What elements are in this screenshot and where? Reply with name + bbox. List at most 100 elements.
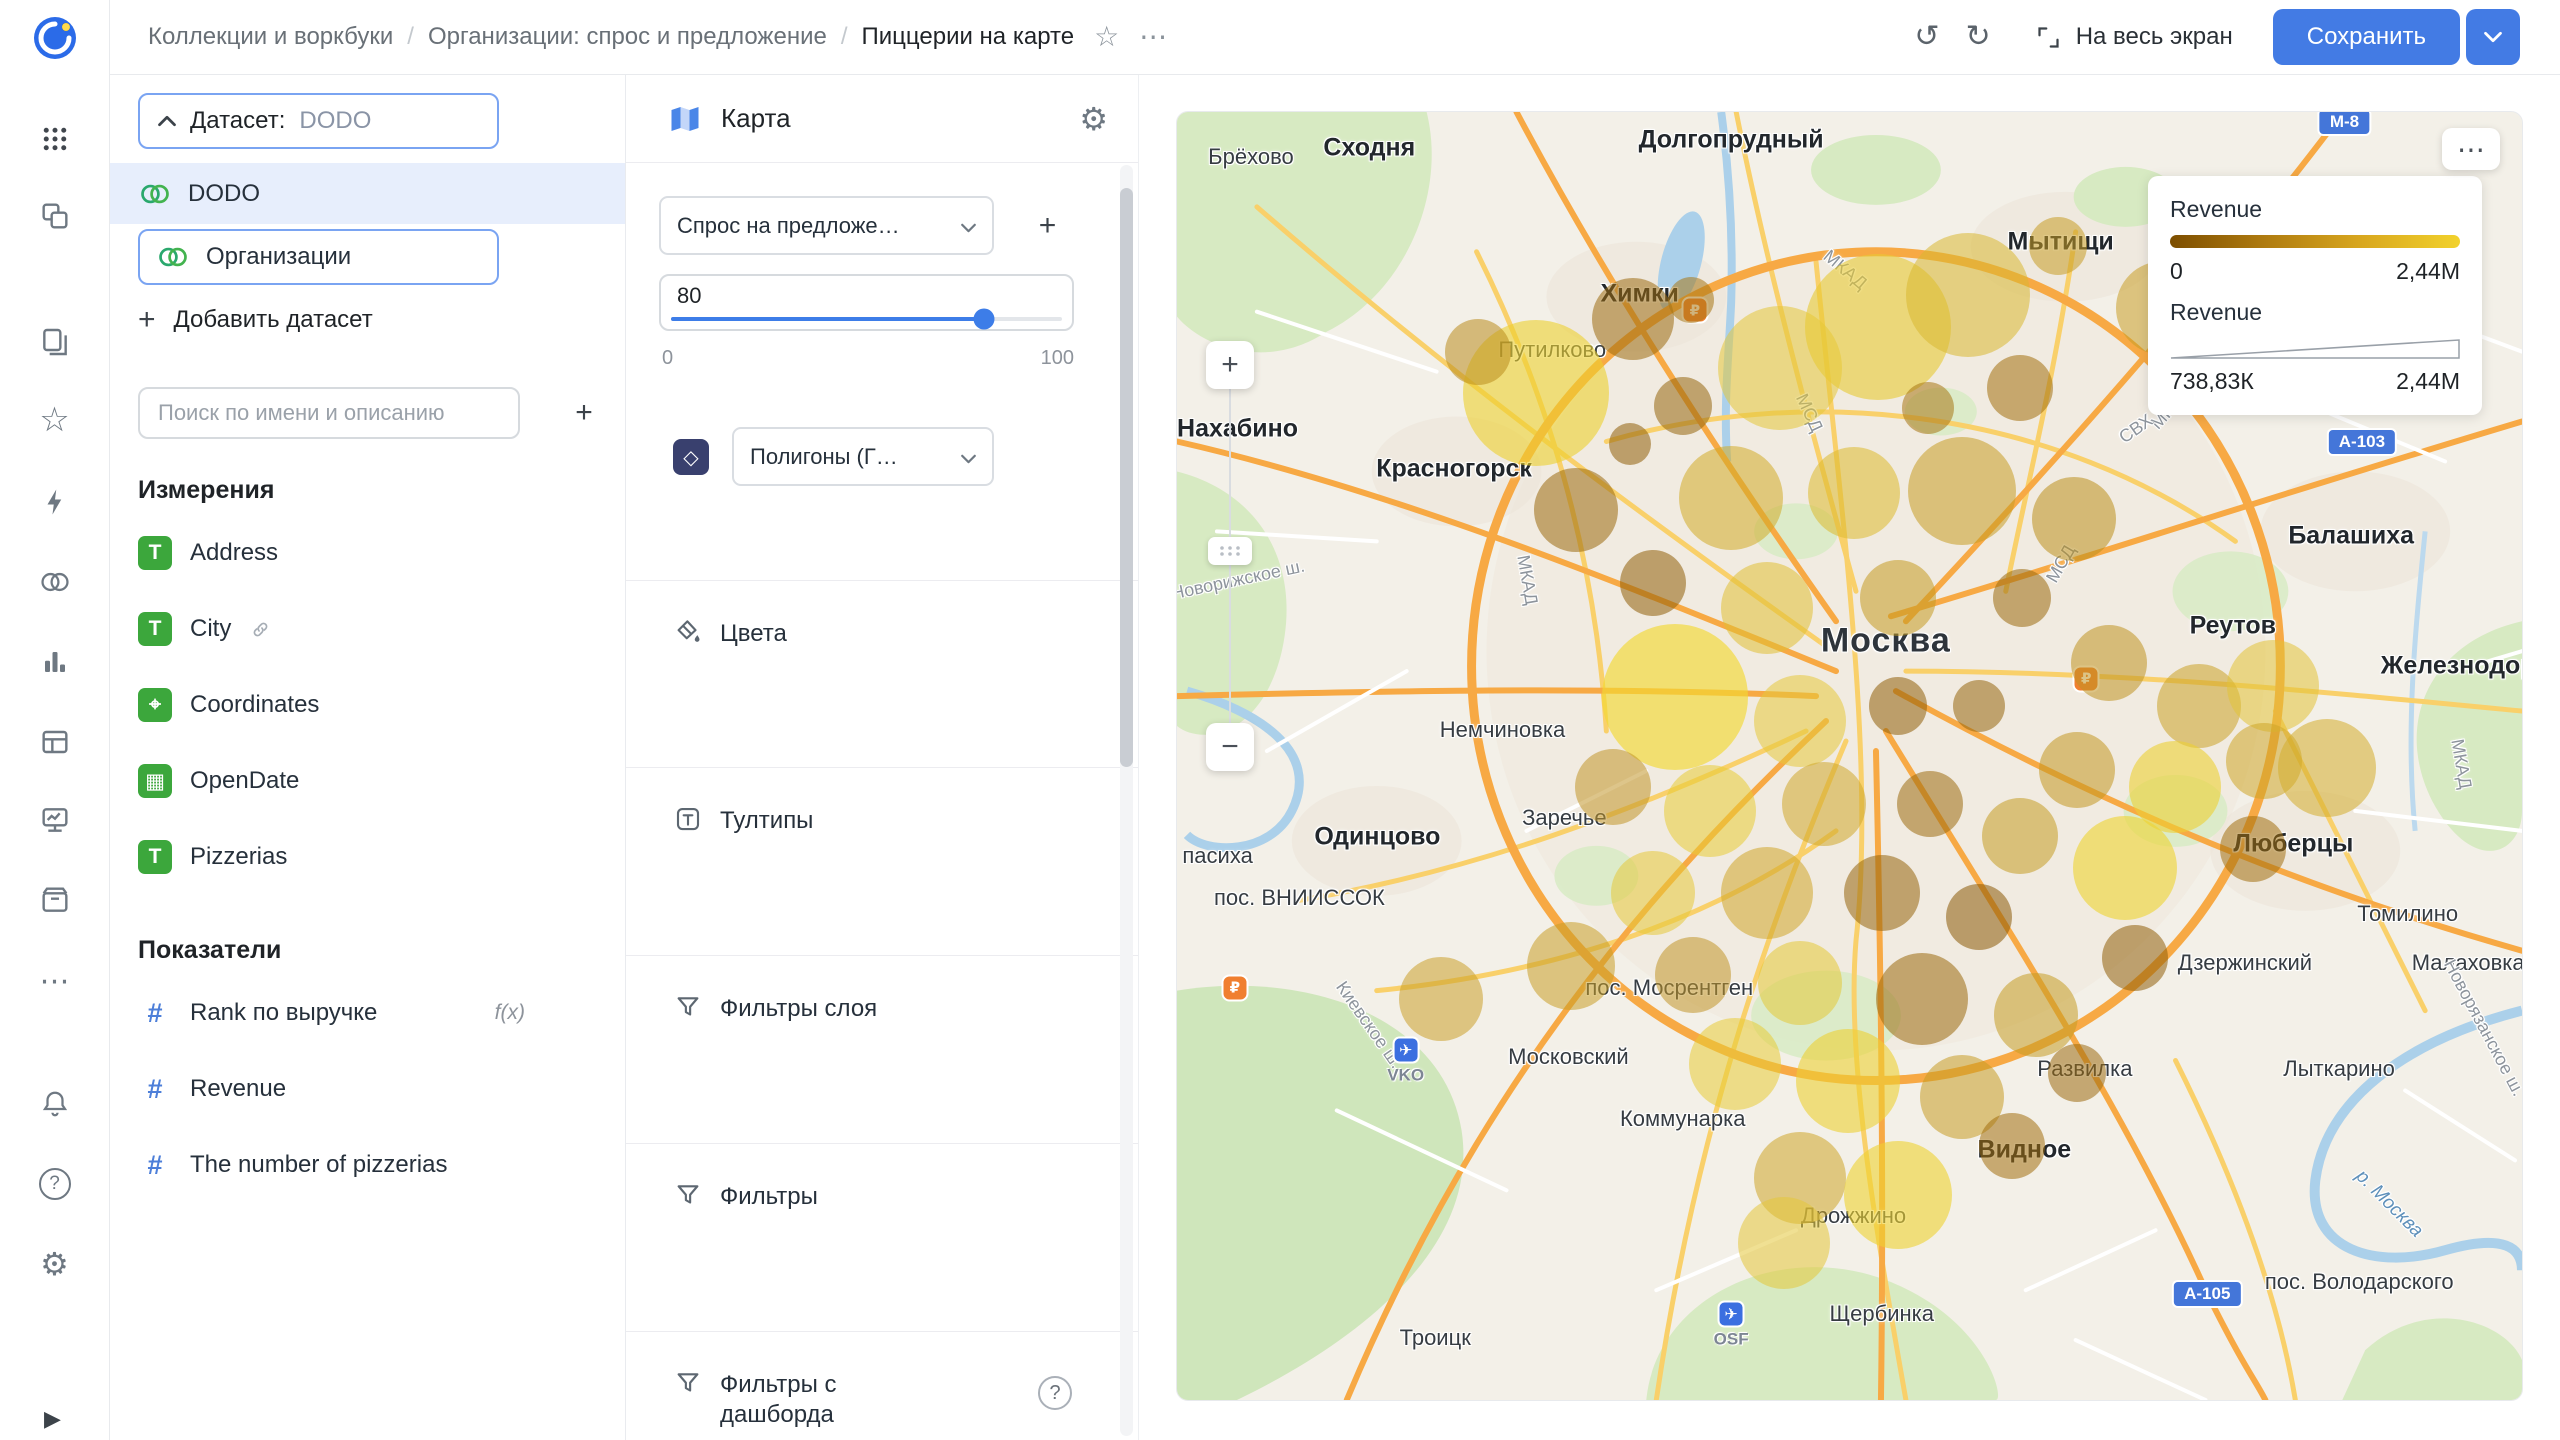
- map-bubble[interactable]: [1602, 624, 1748, 770]
- map-more-button[interactable]: ⋯: [2442, 128, 2500, 170]
- quick-actions-icon[interactable]: [27, 478, 83, 526]
- favorites-star-icon[interactable]: ☆: [27, 396, 83, 444]
- config-section-5[interactable]: Фильтры с дашборда?: [626, 1331, 1138, 1439]
- map-bubble[interactable]: [1946, 884, 2012, 950]
- workbooks-icon[interactable]: [27, 318, 83, 366]
- map-bubble[interactable]: [1897, 771, 1963, 837]
- map-bubble[interactable]: [1906, 233, 2030, 357]
- section-help-icon[interactable]: ?: [1038, 1376, 1072, 1410]
- dataset-selector[interactable]: Датасет: DODO: [138, 93, 499, 149]
- map-bubble[interactable]: [1664, 765, 1756, 857]
- breadcrumb-item[interactable]: Организации: спрос и предложение: [428, 23, 827, 51]
- map-bubble[interactable]: [1796, 1029, 1900, 1133]
- dimension-field-coordinates[interactable]: ⌖Coordinates: [110, 667, 625, 743]
- dimension-field-city[interactable]: TCity: [110, 591, 625, 667]
- breadcrumb-item[interactable]: Пиццерии на карте: [862, 23, 1075, 51]
- collapse-panel-button[interactable]: ▶: [44, 1406, 61, 1432]
- config-section-1[interactable]: Цвета: [626, 580, 1138, 767]
- apps-grid-icon[interactable]: [27, 115, 83, 163]
- map-bubble[interactable]: [1527, 922, 1615, 1010]
- measure-field-rank-по-выручке[interactable]: #Rank по выручкеf(x): [110, 975, 625, 1051]
- map-bubble[interactable]: [1869, 677, 1927, 735]
- map-bubble[interactable]: [1908, 437, 2016, 545]
- map-bubble[interactable]: [1592, 278, 1674, 360]
- dataset-item-organizations[interactable]: Организации: [138, 229, 499, 285]
- map-bubble[interactable]: [1987, 355, 2053, 421]
- map-bubble[interactable]: [2073, 816, 2177, 920]
- config-scrollbar-thumb[interactable]: [1120, 188, 1133, 767]
- breadcrumb-more-icon[interactable]: ⋯: [1139, 23, 1167, 51]
- breadcrumb-item[interactable]: Коллекции и воркбуки: [148, 23, 393, 51]
- save-dropdown-button[interactable]: [2466, 9, 2520, 65]
- map-bubble[interactable]: [1655, 937, 1731, 1013]
- map-bubble[interactable]: [1721, 562, 1813, 654]
- map-bubble[interactable]: [1620, 550, 1686, 616]
- dashboards-icon[interactable]: [27, 796, 83, 844]
- geotype-select[interactable]: Полигоны (Г…: [732, 427, 994, 486]
- config-section-4[interactable]: Фильтры: [626, 1143, 1138, 1331]
- map-bubble[interactable]: [2102, 925, 2168, 991]
- map-bubble[interactable]: [1993, 569, 2051, 627]
- zoom-slider-handle[interactable]: [1208, 537, 1252, 565]
- map-bubble[interactable]: [1902, 382, 1954, 434]
- zoom-in-button[interactable]: +: [1206, 341, 1254, 389]
- opacity-slider-track[interactable]: [671, 317, 1062, 321]
- favorite-star-icon[interactable]: ☆: [1094, 23, 1119, 51]
- map-bubble[interactable]: [1575, 749, 1651, 825]
- map-bubble[interactable]: [1979, 1113, 2045, 1179]
- rail-more-icon[interactable]: ⋯: [27, 958, 83, 1006]
- layer-select[interactable]: Спрос на предложе…: [659, 196, 994, 255]
- map-bubble[interactable]: [2029, 217, 2087, 275]
- map-bubble[interactable]: [2071, 625, 2147, 701]
- map-bubble[interactable]: [1399, 957, 1483, 1041]
- map-bubble[interactable]: [2220, 816, 2286, 882]
- collections-icon[interactable]: [27, 192, 83, 240]
- map-bubble[interactable]: [2048, 1044, 2106, 1102]
- datalens-logo[interactable]: [27, 14, 83, 62]
- datasets-icon[interactable]: [27, 558, 83, 606]
- map-bubble[interactable]: [1844, 1141, 1952, 1249]
- map-canvas[interactable]: СходняДолгопрудныйБрёховоМытищиХимкиПути…: [1176, 111, 2523, 1401]
- save-button[interactable]: Сохранить: [2273, 9, 2460, 65]
- map-bubble[interactable]: [2039, 732, 2115, 808]
- map-bubble[interactable]: [1679, 446, 1783, 550]
- map-bubble[interactable]: [1654, 377, 1712, 435]
- notifications-bell-icon[interactable]: [27, 1080, 83, 1128]
- measure-field-the-number-of-pizzerias[interactable]: #The number of pizzerias: [110, 1127, 625, 1203]
- map-bubble[interactable]: [1738, 1197, 1830, 1289]
- charts-icon[interactable]: [27, 638, 83, 686]
- map-bubble[interactable]: [1754, 675, 1846, 767]
- map-bubble[interactable]: [1876, 953, 1968, 1045]
- redo-button[interactable]: ↻: [1966, 22, 1991, 52]
- tables-icon[interactable]: [27, 718, 83, 766]
- dimension-field-opendate[interactable]: ▦OpenDate: [110, 743, 625, 819]
- dataset-item-dodo[interactable]: DODO: [110, 163, 625, 224]
- help-icon[interactable]: ?: [27, 1160, 83, 1208]
- opacity-slider-knob[interactable]: [973, 309, 994, 330]
- map-bubble[interactable]: [1668, 277, 1714, 323]
- map-bubble[interactable]: [1609, 423, 1651, 465]
- map-bubble[interactable]: [1534, 468, 1618, 552]
- map-bubble[interactable]: [1445, 319, 1511, 385]
- map-bubble[interactable]: [1782, 762, 1866, 846]
- map-bubble[interactable]: [1982, 798, 2058, 874]
- add-field-button[interactable]: +: [558, 387, 610, 439]
- map-bubble[interactable]: [1953, 680, 2005, 732]
- add-dataset-button[interactable]: + Добавить датасет: [138, 297, 373, 343]
- measure-field-revenue[interactable]: #Revenue: [110, 1051, 625, 1127]
- map-bubble[interactable]: [2278, 719, 2376, 817]
- zoom-out-button[interactable]: −: [1206, 723, 1254, 771]
- settings-gear-icon[interactable]: ⚙: [27, 1240, 83, 1288]
- fullscreen-button[interactable]: На весь экран: [2035, 23, 2233, 51]
- map-bubble[interactable]: [1721, 847, 1813, 939]
- storage-icon[interactable]: [27, 876, 83, 924]
- config-section-2[interactable]: Тултипы: [626, 767, 1138, 955]
- map-bubble[interactable]: [1844, 855, 1920, 931]
- search-input[interactable]: [138, 387, 520, 439]
- map-bubble[interactable]: [1758, 941, 1842, 1025]
- map-bubble[interactable]: [2227, 640, 2319, 732]
- map-bubble[interactable]: [2032, 477, 2116, 561]
- add-layer-button[interactable]: +: [1018, 196, 1077, 255]
- dimension-field-pizzerias[interactable]: TPizzerias: [110, 819, 625, 895]
- map-bubble[interactable]: [1994, 973, 2078, 1057]
